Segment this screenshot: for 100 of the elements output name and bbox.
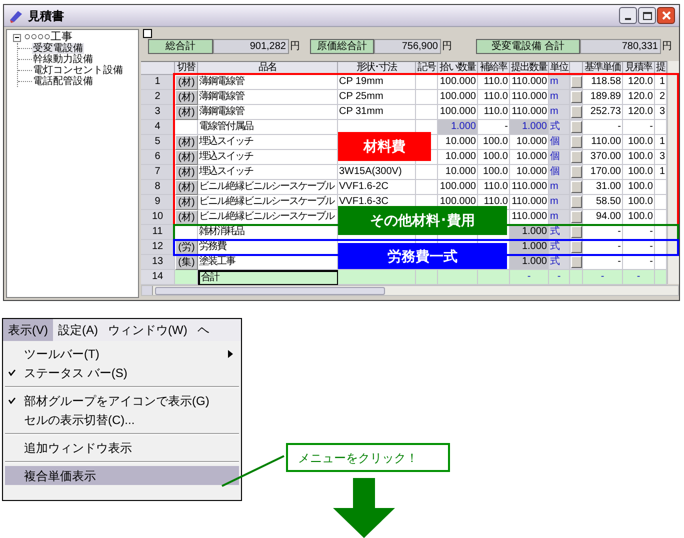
row-header: 12 [141, 240, 175, 255]
table-cell: - [510, 270, 549, 285]
menu-item[interactable]: 追加ウィンドウ表示 [5, 438, 239, 457]
category-toggle[interactable]: (材) [175, 165, 198, 180]
category-toggle[interactable]: (材) [175, 210, 198, 225]
minimize-button[interactable] [619, 7, 637, 24]
table-cell: 120.0 [623, 105, 655, 120]
table-cell: ビニル絶縁ビニルシースケーブル [198, 195, 338, 210]
table-cell: 120.0 [623, 75, 655, 90]
category-toggle[interactable]: (材) [175, 195, 198, 210]
menu-item[interactable]: 部材グループをアイコンで表示(G) [5, 391, 239, 410]
row-header: 6 [141, 150, 175, 165]
summary-label: 受変電設備 合計 [476, 39, 580, 54]
row-header: 2 [141, 90, 175, 105]
category-toggle[interactable]: (材) [175, 105, 198, 120]
table-cell: - [583, 270, 623, 285]
table-cell: - [623, 270, 655, 285]
table-cell: 110.000 [510, 75, 549, 90]
table-cell: 1.000 [510, 120, 549, 135]
table-cell: 10.000 [510, 165, 549, 180]
category-toggle[interactable]: (材) [175, 75, 198, 90]
table-cell: 100.000 [438, 90, 478, 105]
category-toggle[interactable]: (材) [175, 150, 198, 165]
table-cell: 薄鋼電線管 [198, 90, 338, 105]
category-toggle[interactable]: (集) [175, 255, 198, 270]
maximize-button[interactable] [638, 7, 656, 24]
menu-item-label: 複合単価表示 [24, 468, 96, 484]
menu-item[interactable]: 複合単価表示 [5, 466, 239, 485]
table-cell: 1.000 [510, 255, 549, 270]
table-cell: 埋込スイッチ [198, 150, 338, 165]
table-cell: m [549, 210, 570, 225]
close-button[interactable] [657, 7, 675, 24]
table-cell: 合計 [198, 270, 338, 285]
table-cell: 100.0 [478, 150, 510, 165]
table-cell: 58.50 [583, 195, 623, 210]
table-cell [478, 270, 510, 285]
table-cell: - [583, 120, 623, 135]
table-cell: 埋込スイッチ [198, 135, 338, 150]
table-cell [655, 255, 667, 270]
menu-item[interactable]: ツールバー(T) [5, 344, 239, 363]
table-cell: - [583, 255, 623, 270]
table-cell: m [549, 90, 570, 105]
table-cell: 埋込スイッチ [198, 165, 338, 180]
table-cell: 370.00 [583, 150, 623, 165]
category-label: 労務費一式 [338, 243, 507, 269]
tree-item[interactable]: 受変電設備 [32, 43, 84, 54]
table-cell: ビニル絶縁ビニルシースケーブル [198, 210, 338, 225]
table-cell: 個 [549, 165, 570, 180]
category-toggle[interactable]: (材) [175, 135, 198, 150]
menu-item-label: 部材グループをアイコンで表示(G) [24, 392, 210, 410]
scroll-thumb[interactable] [155, 286, 385, 294]
table-cell: 110.000 [510, 210, 549, 225]
menu-item[interactable]: ステータス バー(S) [5, 363, 239, 382]
table-cell [655, 180, 667, 195]
menu-item[interactable]: セルの表示切替(C)... [5, 410, 239, 429]
checkmark-icon [8, 397, 16, 404]
tree-item[interactable]: 電灯コンセント設備 [32, 65, 124, 76]
checkbox[interactable] [143, 29, 152, 38]
menu-bar-item[interactable]: ウィンドウ(W) [103, 319, 192, 341]
table-cell: 10.000 [510, 135, 549, 150]
down-arrow-icon [333, 478, 395, 538]
table-cell [416, 180, 438, 195]
table-cell: 100.0 [623, 195, 655, 210]
table-cell: 薄鋼電線管 [198, 105, 338, 120]
table-cell: 1 [655, 75, 667, 90]
row-header: 1 [141, 75, 175, 90]
table-cell: 100.0 [623, 165, 655, 180]
currency-unit: 円 [662, 40, 672, 54]
table-cell [655, 195, 667, 210]
menu-item-label: 追加ウィンドウ表示 [24, 440, 132, 456]
table-cell: 189.89 [583, 90, 623, 105]
row-header: 9 [141, 195, 175, 210]
table-cell: 薄鋼電線管 [198, 75, 338, 90]
menu-bar-item[interactable]: ヘ [192, 319, 214, 341]
table-cell: 式 [549, 120, 570, 135]
tree-item[interactable]: 電話配管設備 [32, 76, 94, 87]
table-cell: m [549, 180, 570, 195]
tree-item[interactable]: 幹線動力設備 [32, 54, 94, 65]
row-header: 13 [141, 255, 175, 270]
horizontal-scrollbar[interactable] [141, 285, 679, 296]
table-cell [416, 270, 438, 285]
menu-bar-item[interactable]: 設定(A) [53, 319, 103, 341]
table-cell: 1 [655, 135, 667, 150]
category-toggle[interactable]: (材) [175, 180, 198, 195]
table-cell: 1 [655, 165, 667, 180]
collapse-toggle[interactable] [13, 34, 21, 42]
summary-value: 901,282 [213, 39, 289, 54]
table-cell [438, 270, 478, 285]
menu-bar-item[interactable]: 表示(V) [3, 319, 53, 341]
table-cell [175, 270, 198, 285]
table-cell: 110.0 [478, 180, 510, 195]
tree-item[interactable]: ○○○○工事 [24, 32, 73, 43]
table-cell: 10.000 [438, 150, 478, 165]
category-toggle[interactable]: (材) [175, 90, 198, 105]
table-cell: 100.0 [478, 135, 510, 150]
table-cell: 100.000 [438, 105, 478, 120]
table-cell: 3W15A(300V) [338, 165, 416, 180]
table-cell: 118.58 [583, 75, 623, 90]
table-cell: 3 [655, 105, 667, 120]
row-header: 10 [141, 210, 175, 225]
